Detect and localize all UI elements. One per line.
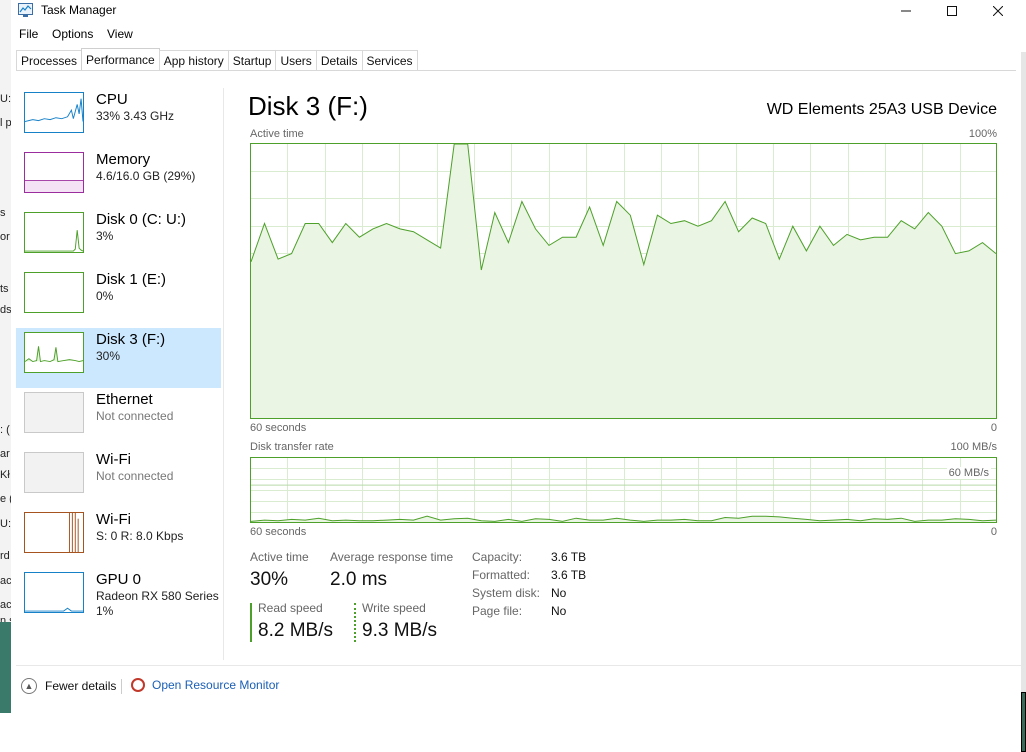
background-window-right-edge — [1021, 52, 1026, 752]
menu-view[interactable]: View — [107, 27, 133, 41]
tab-processes[interactable]: Processes — [16, 50, 83, 71]
transfer-rate-graph — [250, 457, 997, 523]
active-time-max-label: 100% — [968, 128, 997, 140]
transfer-time-left-label: 60 seconds — [250, 526, 307, 538]
avg-response-stat-value: 2.0 ms — [330, 569, 388, 590]
resource-monitor-label: Open Resource Monitor — [152, 678, 280, 692]
sidebar-item-wifi-1[interactable]: Wi-Fi Not connected — [16, 448, 221, 508]
sidebar-item-name: Memory — [96, 151, 151, 168]
sidebar-item-usage: 1% — [96, 604, 114, 618]
read-speed-legend-line — [250, 603, 252, 642]
page-file-label: Page file: — [472, 604, 523, 618]
sidebar-item-ethernet[interactable]: Ethernet Not connected — [16, 388, 221, 448]
write-speed-legend-line — [354, 603, 356, 642]
tab-users[interactable]: Users — [275, 50, 317, 71]
tab-details[interactable]: Details — [315, 50, 363, 71]
minimize-button[interactable] — [883, 0, 929, 22]
task-manager-app-icon — [18, 3, 33, 17]
page-file-value: No — [551, 604, 567, 618]
sidebar-item-name: Disk 3 (F:) — [96, 331, 166, 348]
open-resource-monitor-link[interactable]: Open Resource Monitor — [131, 678, 279, 692]
minimize-icon — [901, 10, 911, 12]
sidebar-item-name: Ethernet — [96, 391, 153, 408]
read-speed-value: 8.2 MB/s — [258, 620, 333, 641]
tab-startup[interactable]: Startup — [227, 50, 277, 71]
capacity-value: 3.6 TB — [551, 550, 587, 564]
task-manager-window: Task Manager File Options View Processes… — [11, 0, 1021, 713]
cpu-thumbnail-graph — [24, 92, 84, 133]
sidebar-item-detail: Not connected — [96, 469, 174, 483]
chevron-up-icon: ▲ — [21, 678, 37, 694]
avg-response-stat-label: Average response time — [330, 550, 454, 564]
close-icon — [993, 6, 1003, 16]
tab-performance[interactable]: Performance — [81, 48, 160, 71]
ethernet-thumbnail-graph — [24, 392, 84, 433]
sidebar-item-detail: 0% — [96, 289, 114, 303]
gpu-thumbnail-graph — [24, 572, 84, 613]
graph-time-left-label: 60 seconds — [250, 422, 307, 434]
transfer-time-right-label: 0 — [990, 526, 997, 538]
active-time-stat-value: 30% — [250, 569, 289, 590]
wifi-thumbnail-graph — [24, 452, 84, 493]
menu-file[interactable]: File — [19, 27, 38, 41]
sidebar-item-name: CPU — [96, 91, 128, 108]
close-button[interactable] — [975, 0, 1021, 22]
sidebar-item-detail: 30% — [96, 349, 121, 363]
sidebar-item-wifi-2[interactable]: Wi-Fi S: 0 R: 8.0 Kbps — [16, 508, 221, 568]
memory-thumbnail-graph — [24, 152, 84, 193]
sidebar-item-cpu[interactable]: CPU 33% 3.43 GHz — [16, 88, 221, 148]
menu-options[interactable]: Options — [52, 27, 93, 41]
window-title: Task Manager — [41, 3, 117, 17]
sidebar-item-memory[interactable]: Memory 4.6/16.0 GB (29%) — [16, 148, 221, 208]
fewer-details-label: Fewer details — [45, 679, 117, 693]
disk-0-thumbnail-graph — [24, 212, 84, 253]
transfer-rate-scale-label: 60 MB/s — [946, 467, 991, 479]
tab-app-history[interactable]: App history — [158, 50, 229, 71]
resource-monitor-icon — [131, 678, 145, 692]
sidebar-item-detail: Not connected — [96, 409, 174, 423]
sidebar-item-name: Wi-Fi — [96, 451, 131, 468]
write-speed-label: Write speed — [362, 601, 426, 615]
transfer-rate-graph-label: Disk transfer rate — [250, 441, 334, 453]
disk-3-thumbnail-graph — [24, 332, 84, 373]
sidebar-item-gpu-0[interactable]: GPU 0 Radeon RX 580 Series 1% — [16, 568, 221, 628]
menu-bar: File Options View — [11, 24, 1021, 44]
title-bar[interactable]: Task Manager — [11, 0, 1021, 22]
capacity-label: Capacity: — [472, 550, 523, 564]
sidebar-item-name: Disk 1 (E:) — [96, 271, 167, 288]
sidebar-item-detail: 33% 3.43 GHz — [96, 109, 175, 123]
graph-time-right-label: 0 — [990, 422, 997, 434]
wifi-thumbnail-graph — [24, 512, 84, 553]
active-time-graph-label: Active time — [250, 128, 304, 140]
sidebar-item-detail: 4.6/16.0 GB (29%) — [96, 169, 196, 183]
sidebar-item-disk-0[interactable]: Disk 0 (C: U:) 3% — [16, 208, 221, 268]
active-time-graph — [250, 143, 997, 419]
tab-strip: Processes Performance App history Startu… — [16, 48, 418, 71]
active-time-stat-label: Active time — [250, 550, 309, 564]
formatted-label: Formatted: — [472, 568, 531, 582]
sidebar-item-name: Disk 0 (C: U:) — [96, 211, 186, 228]
sidebar-item-detail: S: 0 R: 8.0 Kbps — [96, 529, 184, 543]
device-name: WD Elements 25A3 USB Device — [766, 101, 997, 118]
formatted-value: 3.6 TB — [551, 568, 587, 582]
page-title: Disk 3 (F:) — [248, 91, 368, 121]
tab-services[interactable]: Services — [361, 50, 418, 71]
system-disk-value: No — [551, 586, 567, 600]
system-disk-label: System disk: — [472, 586, 541, 600]
write-speed-value: 9.3 MB/s — [362, 620, 437, 641]
maximize-button[interactable] — [929, 0, 975, 22]
maximize-icon — [947, 6, 957, 16]
sidebar-item-name: Wi-Fi — [96, 511, 131, 528]
resource-sidebar: CPU 33% 3.43 GHz Memory 4.6/16.0 GB (29%… — [16, 88, 221, 628]
sidebar-item-disk-1[interactable]: Disk 1 (E:) 0% — [16, 268, 221, 328]
fewer-details-button[interactable]: ▲ Fewer details — [21, 678, 116, 694]
sidebar-item-disk-3[interactable]: Disk 3 (F:) 30% — [16, 328, 221, 388]
sidebar-item-detail: 3% — [96, 229, 114, 243]
disk-1-thumbnail-graph — [24, 272, 84, 313]
sidebar-item-detail: Radeon RX 580 Series — [96, 589, 219, 603]
transfer-rate-max-label: 100 MB/s — [950, 441, 997, 453]
read-speed-label: Read speed — [258, 601, 323, 615]
sidebar-item-name: GPU 0 — [96, 571, 142, 588]
